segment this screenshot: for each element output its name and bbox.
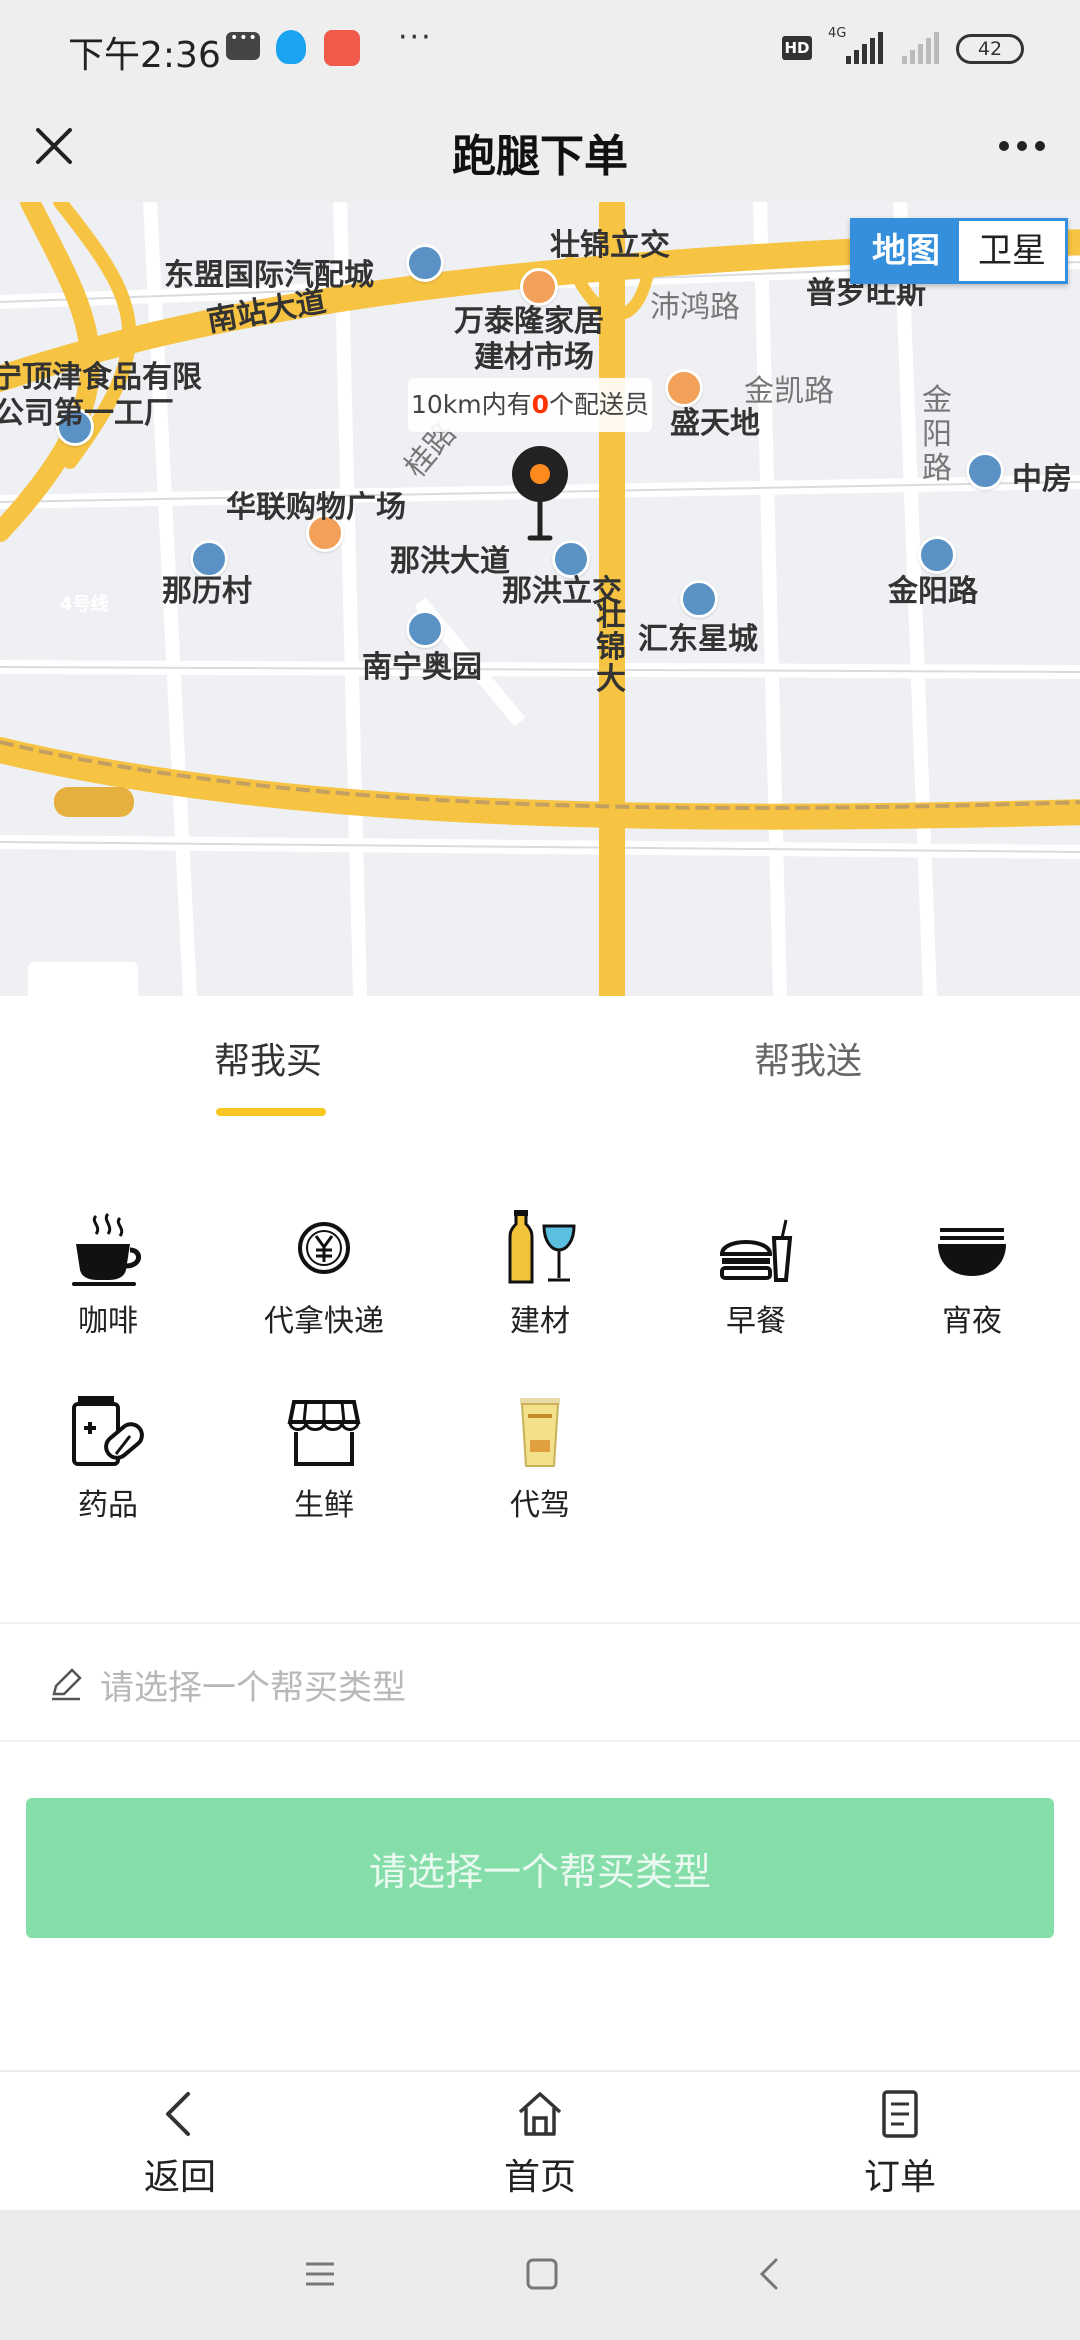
map-label: 中房 (1012, 462, 1072, 497)
courier-prefix: 10km内有 (410, 390, 532, 419)
nav-back[interactable]: 返回 (80, 2072, 280, 2212)
category-medicine[interactable]: 药品 (0, 1312, 216, 1523)
line4-badge (54, 787, 134, 817)
category-fresh-food[interactable]: 生鲜 (216, 1312, 432, 1523)
map-label: 那历村 (162, 574, 252, 609)
buy-type-input-row[interactable]: 请选择一个帮买类型 (0, 1622, 1080, 1742)
nav-home[interactable]: 首页 (440, 2072, 640, 2212)
map-label: 汇东星城 (638, 622, 758, 657)
store-icon (287, 1400, 361, 1466)
courier-suffix: 个配送员 (549, 390, 650, 419)
medicine-icon (72, 1396, 144, 1466)
location-pin-icon[interactable] (508, 442, 572, 546)
map-label: 壮 锦 大 (596, 600, 626, 696)
map-label: 沛鸿路 (650, 290, 740, 325)
category-express-pickup[interactable]: 代拿快递 (216, 1128, 432, 1339)
coffee-icon (72, 1212, 141, 1286)
order-icon (882, 2090, 918, 2138)
map-label: 南宁奥园 (362, 650, 482, 685)
map-type-toggle: 地图 卫星 (850, 218, 1068, 284)
drinks-icon (508, 1210, 576, 1284)
battery-icon: 42 (956, 34, 1024, 64)
yuan-coin-icon (298, 1222, 350, 1274)
menu-icon[interactable] (292, 2246, 348, 2302)
map-label: 华联购物广场 (226, 490, 406, 525)
tab-send-for-me[interactable]: 帮我送 (754, 1032, 862, 1084)
courier-count: 0 (531, 390, 550, 419)
nav-label: 返回 (143, 2157, 216, 2198)
category-grid: 咖啡 代拿快递 建材 早餐 宵夜 药品 生鲜 代驾 (0, 1128, 1080, 1618)
active-tab-indicator (216, 1108, 326, 1116)
building-poi-icon (966, 452, 1004, 490)
submit-button[interactable]: 请选择一个帮买类型 (26, 1798, 1054, 1938)
status-bar: 下午2:36 ··· HD 4G 42 (0, 0, 1080, 100)
map-label-char: 阳 (922, 417, 952, 452)
category-late-night-snack[interactable]: 宵夜 (864, 1128, 1080, 1339)
map-label-char: 金 (922, 383, 952, 418)
category-label: 早餐 (726, 1304, 786, 1339)
map-label: 4号线 (60, 594, 109, 615)
map-label-char: 壮 (596, 598, 626, 633)
app-notification-icon (324, 30, 360, 66)
noodle-bowl-icon (938, 1228, 1006, 1276)
hd-icon: HD (782, 36, 812, 60)
category-designated-driver[interactable]: 代驾 (432, 1312, 648, 1523)
network-type: 4G (828, 26, 847, 41)
map-corner-control (28, 962, 138, 996)
map-label: 东盟国际汽配城 (164, 258, 374, 293)
signal-weak-icon (902, 30, 939, 64)
map[interactable]: 壮锦立交 南站大道 东盟国际汽配城 万泰隆家居 建材市场 沛鸿路 普罗旺斯 宁顶… (0, 202, 1080, 996)
map-label: 盛天地 (670, 406, 760, 441)
map-label: 公司第一工厂 (0, 396, 174, 431)
nav-label: 首页 (503, 2157, 576, 2198)
tab-buy-for-me[interactable]: 帮我买 (214, 1032, 322, 1084)
nav-orders[interactable]: 订单 (800, 2072, 1000, 2212)
map-label-char: 锦 (596, 630, 626, 665)
map-label: 那洪大道 (390, 544, 510, 579)
car-poi-icon (406, 244, 444, 282)
system-nav-bar (0, 2210, 1080, 2340)
satellite-view-button[interactable]: 卫星 (959, 221, 1065, 281)
back-icon (166, 2092, 190, 2136)
category-label: 宵夜 (942, 1304, 1002, 1339)
system-back-icon[interactable] (742, 2246, 798, 2302)
pencil-icon (52, 1668, 82, 1701)
milk-tea-icon (520, 1398, 560, 1467)
map-label: 建材市场 (474, 340, 594, 375)
map-label: 壮锦立交 (550, 228, 670, 263)
map-label: 金阳路 (888, 574, 978, 609)
category-breakfast[interactable]: 早餐 (648, 1128, 864, 1339)
more-notifications-icon: ··· (398, 20, 433, 55)
home-square-icon[interactable] (514, 2246, 570, 2302)
category-building-materials[interactable]: 建材 (432, 1128, 648, 1339)
page-title: 跑腿下单 (452, 131, 628, 182)
buy-type-placeholder: 请选择一个帮买类型 (100, 1668, 406, 1708)
map-label: 金 阳 路 (922, 384, 952, 486)
status-time: 下午2:36 (68, 35, 221, 76)
category-label: 生鲜 (294, 1488, 354, 1523)
map-label-char: 路 (922, 451, 952, 486)
qq-icon (276, 30, 306, 64)
category-label: 代驾 (510, 1488, 570, 1523)
nav-label: 订单 (863, 2157, 936, 2198)
more-menu-icon[interactable] (994, 126, 1050, 166)
category-coffee[interactable]: 咖啡 (0, 1128, 216, 1339)
map-label-char: 大 (596, 662, 626, 697)
bottom-nav: 返回 首页 订单 (0, 2070, 1080, 2210)
building-poi-icon (680, 580, 718, 618)
message-icon (226, 30, 260, 60)
map-view-button[interactable]: 地图 (853, 221, 959, 281)
category-label: 药品 (78, 1488, 138, 1523)
header: 跑腿下单 (0, 100, 1080, 202)
order-type-tabs: 帮我买 帮我送 (0, 996, 1080, 1128)
signal-4g-icon: 4G (828, 26, 883, 64)
burger-icon (719, 1219, 793, 1282)
courier-count-badge: 10km内有0个配送员 (408, 378, 652, 432)
home-icon (518, 2092, 562, 2136)
